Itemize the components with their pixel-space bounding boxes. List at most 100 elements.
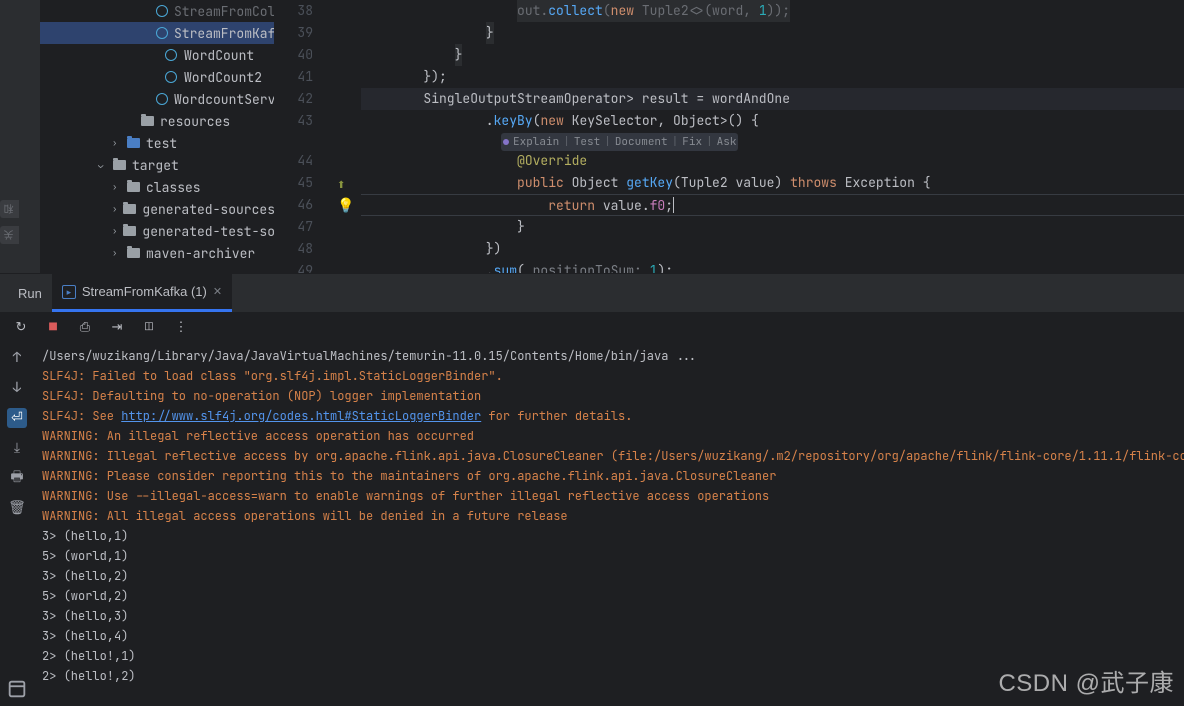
tree-item-label: maven-archiver xyxy=(146,245,255,262)
console-line: WARNING: All illegal access operations w… xyxy=(42,506,1184,526)
run-config-tab[interactable]: ▸ StreamFromKafka (1) ✕ xyxy=(52,274,232,312)
code-line[interactable]: }); xyxy=(361,66,1184,88)
line-number: 40 xyxy=(275,44,313,66)
console-line: WARNING: Use --illegal-access=warn to en… xyxy=(42,486,1184,506)
console-line: 3> (hello,4) xyxy=(42,626,1184,646)
chevron-icon: › xyxy=(112,247,120,259)
console-line: SLF4J: Defaulting to no-operation (NOP) … xyxy=(42,386,1184,406)
tree-item-wordcount2[interactable]: WordCount2 xyxy=(40,66,274,88)
structure-tool-label[interactable]: 和 xyxy=(0,200,19,218)
code-line[interactable]: .keyBy(new KeySelector, Object>() { xyxy=(361,110,1184,132)
tree-item-test[interactable]: ›test xyxy=(40,132,274,154)
console-line: /Users/wuzikang/Library/Java/JavaVirtual… xyxy=(42,346,1184,366)
tree-item-label: target xyxy=(132,157,179,174)
scroll-to-end-icon[interactable]: ⤓ xyxy=(7,438,27,458)
tool-window-icon[interactable] xyxy=(6,678,28,700)
folder-icon xyxy=(112,158,126,172)
chevron-icon: › xyxy=(112,203,117,215)
class-icon xyxy=(164,48,178,62)
tree-item-label: StreamFromKafka xyxy=(174,25,275,42)
class-icon xyxy=(164,70,178,84)
line-number: 43 xyxy=(275,110,313,132)
tree-item-generated-sources[interactable]: › generated-sources xyxy=(40,198,274,220)
print-icon[interactable]: 🖶 xyxy=(7,468,27,488)
code-line[interactable]: } xyxy=(361,44,1184,66)
console-line: SLF4J: See http://www.slf4j.org/codes.ht… xyxy=(42,406,1184,426)
tree-item-resources[interactable]: resources xyxy=(40,110,274,132)
folder-icon xyxy=(126,246,140,260)
tree-item-streamfromcollection[interactable]: StreamFromCollection xyxy=(40,0,274,22)
inlay-test[interactable]: Test xyxy=(574,133,600,151)
watermark: CSDN @武子康 xyxy=(998,663,1174,698)
tree-item-target[interactable]: ⌄ target xyxy=(40,154,274,176)
chevron-icon: › xyxy=(112,225,117,237)
folder-icon xyxy=(123,202,136,216)
tree-item-wordcountserver[interactable]: WordcountServer xyxy=(40,88,274,110)
tree-item-maven-archiver[interactable]: › maven-archiver xyxy=(40,242,274,264)
folder-icon xyxy=(123,224,136,238)
run-tool-label: Run xyxy=(10,274,50,312)
code-line[interactable]: }) xyxy=(361,238,1184,260)
inlay-document[interactable]: Document xyxy=(615,133,668,151)
rerun-button[interactable]: ↻ xyxy=(12,318,30,336)
console-line: SLF4J: Failed to load class "org.slf4j.i… xyxy=(42,366,1184,386)
up-icon[interactable]: ↑ xyxy=(7,348,27,368)
structure-tool-label-2[interactable]: 关 xyxy=(0,226,19,244)
tree-item-label: generated-sources xyxy=(142,201,275,218)
code-line[interactable]: } xyxy=(361,22,1184,44)
project-tree[interactable]: StreamFromCollection StreamFromKafka WordC… xyxy=(40,0,275,273)
code-line[interactable]: } xyxy=(361,216,1184,238)
code-line[interactable]: SingleOutputStreamOperator> result = wor… xyxy=(361,88,1184,110)
console-link[interactable]: http://www.slf4j.org/codes.html#StaticLo… xyxy=(121,408,481,424)
close-icon[interactable]: ✕ xyxy=(213,285,222,298)
soft-wrap-toggle[interactable]: ⏎ xyxy=(7,408,27,428)
code-line[interactable]: @Override xyxy=(361,150,1184,172)
code-line[interactable]: return value.f0; xyxy=(361,194,1184,216)
intention-bulb-icon[interactable]: 💡 xyxy=(337,197,354,215)
clear-icon[interactable]: 🗑 xyxy=(7,498,27,518)
code-editor[interactable]: 383940414243444546474849 ⬆💡 out.collect(… xyxy=(275,0,1184,273)
tree-item-classes[interactable]: ›classes xyxy=(40,176,274,198)
stop-button[interactable]: ■ xyxy=(44,318,62,336)
tree-item-streamfromkafka[interactable]: StreamFromKafka xyxy=(40,22,274,44)
inlay-fix[interactable]: Fix xyxy=(682,133,702,151)
console-output[interactable]: /Users/wuzikang/Library/Java/JavaVirtual… xyxy=(34,342,1184,706)
console-line: 3> (hello,3) xyxy=(42,606,1184,626)
exit-button[interactable]: ⇥ xyxy=(108,318,126,336)
line-number: 42 xyxy=(275,88,313,110)
line-number-gutter: 383940414243444546474849 xyxy=(275,0,331,273)
tree-item-label: test xyxy=(146,135,177,152)
dump-threads-button[interactable]: ⎙ xyxy=(76,318,94,336)
code-line[interactable]: out.collect(new Tuple2<>(word, 1)); xyxy=(361,0,1184,22)
console-line: WARNING: An illegal reflective access op… xyxy=(42,426,1184,446)
tree-item-label: StreamFromCollection xyxy=(174,3,275,20)
tree-item-label: WordCount xyxy=(184,47,254,64)
layout-button[interactable]: ◫ xyxy=(140,318,158,336)
inlay-explain[interactable]: Explain xyxy=(513,133,559,151)
folder-icon xyxy=(126,180,140,194)
line-number: 44 xyxy=(275,150,313,172)
line-number: 47 xyxy=(275,216,313,238)
tree-item-label: resources xyxy=(160,113,230,130)
line-number: 41 xyxy=(275,66,313,88)
chevron-icon: ⌄ xyxy=(98,159,106,171)
line-number: 38 xyxy=(275,0,313,22)
tree-item-wordcount[interactable]: WordCount xyxy=(40,44,274,66)
down-icon[interactable]: ↓ xyxy=(7,378,27,398)
ai-inlay-hints[interactable]: Explain | Test | Document | Fix | Ask xyxy=(501,133,738,151)
ai-dot-icon xyxy=(503,139,509,145)
console-side-toolbar: ↑ ↓ ⏎ ⤓ 🖶 🗑 xyxy=(0,342,34,706)
tree-item-generated-test-sources[interactable]: ›generated-test-sources xyxy=(40,220,274,242)
inlay-ask[interactable]: Ask xyxy=(717,133,737,151)
more-button[interactable]: ⋮ xyxy=(172,318,190,336)
console-line: WARNING: Please consider reporting this … xyxy=(42,466,1184,486)
gutter-marks: ⬆💡 xyxy=(331,0,361,273)
override-icon[interactable]: ⬆ xyxy=(337,178,345,191)
class-icon xyxy=(156,92,168,106)
run-tab-title: StreamFromKafka (1) xyxy=(82,284,207,299)
class-icon xyxy=(156,4,168,18)
code-line[interactable]: public Object getKey(Tuple2 value) throw… xyxy=(361,172,1184,194)
run-config-icon: ▸ xyxy=(62,285,76,299)
tree-item-label: WordcountServer xyxy=(174,91,275,108)
class-icon xyxy=(156,26,168,40)
